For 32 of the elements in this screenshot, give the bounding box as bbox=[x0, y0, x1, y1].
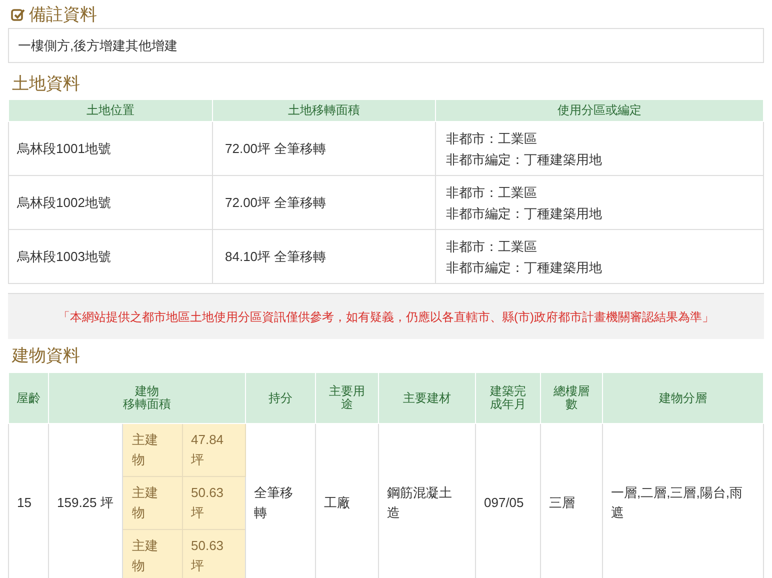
column-header: 主要用途 bbox=[329, 383, 365, 413]
table-cell: 非都市：工業區 非都市編定：丁種建築用地 bbox=[436, 122, 764, 176]
table-cell: 47.84 坪 bbox=[182, 424, 246, 476]
table-cell: 15 bbox=[8, 424, 48, 578]
column-header: 主要建材 bbox=[403, 390, 451, 406]
section-heading: 建物資料 bbox=[12, 345, 80, 367]
column-header: 建築完成年月 bbox=[490, 383, 526, 413]
table-cell: 烏林段1002地號 bbox=[8, 176, 212, 230]
disclaimer-text: 「本網站提供之都市地區土地使用分區資訊僅供參考，如有疑義，仍應以各直轄市、縣(市)政府都市計畫機關審認結果為準」 bbox=[8, 293, 764, 339]
table-cell: 主建物 bbox=[122, 530, 182, 578]
table-cell: 84.10坪 全筆移轉 bbox=[212, 230, 436, 284]
table-cell: 非都市：工業區 非都市編定：丁種建築用地 bbox=[436, 230, 764, 284]
column-header: 屋齡 bbox=[16, 390, 40, 406]
table-cell: 非都市：工業區 非都市編定：丁種建築用地 bbox=[436, 176, 764, 230]
column-header: 建物移轉面積 bbox=[123, 383, 171, 413]
column-header: 建物分層 bbox=[659, 390, 707, 406]
table-cell: 72.00坪 全筆移轉 bbox=[212, 122, 436, 176]
table-cell: 50.63 坪 bbox=[182, 476, 246, 530]
table-cell: 主建物 bbox=[122, 424, 182, 476]
column-header: 土地位置 bbox=[8, 100, 212, 122]
note-text: 一樓側方,後方增建其他增建 bbox=[8, 28, 764, 63]
section-heading: 備註資料 bbox=[29, 4, 97, 26]
table-cell: 烏林段1001地號 bbox=[8, 122, 212, 176]
column-header: 使用分區或編定 bbox=[436, 100, 764, 122]
table-cell: 72.00坪 全筆移轉 bbox=[212, 176, 436, 230]
table-cell: 50.63 坪 bbox=[182, 530, 246, 578]
table-cell: 烏林段1003地號 bbox=[8, 230, 212, 284]
column-header: 持分 bbox=[268, 390, 292, 406]
column-header: 土地移轉面積 bbox=[212, 100, 436, 122]
section-heading: 土地資料 bbox=[12, 73, 80, 95]
table-cell: 主建物 bbox=[122, 476, 182, 530]
column-header: 總樓層數 bbox=[554, 383, 590, 413]
